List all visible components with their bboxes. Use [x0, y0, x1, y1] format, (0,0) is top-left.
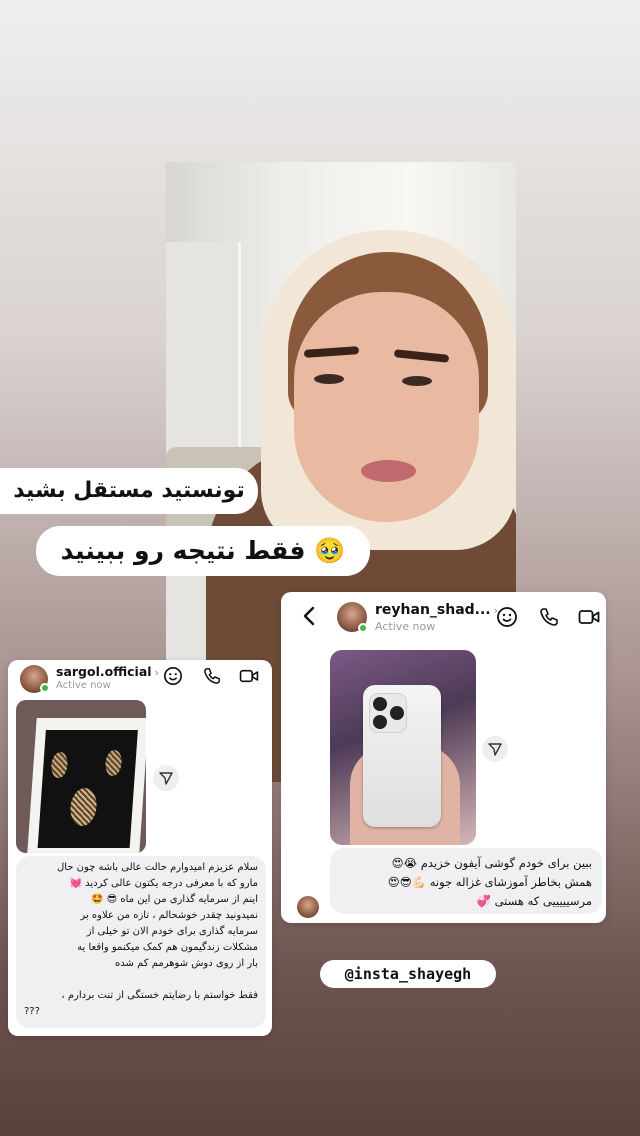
instagram-handle[interactable]: @insta_shayegh: [320, 960, 496, 988]
message-line: بار از روی دوش شوهرمم کم شده: [115, 958, 258, 969]
active-status: Active now: [375, 620, 436, 633]
username-text: sargol.official: [56, 664, 152, 679]
message-line: اینم از سرمایه گذاری من این ماه 😎 🤩: [91, 894, 258, 905]
sender-avatar: [297, 896, 319, 918]
earring: [50, 752, 69, 778]
username-text: reyhan_shad...: [375, 602, 491, 618]
dm-card-reyhan: reyhan_shad... › Active now ببین برای خود…: [281, 592, 606, 923]
message-line: ببین برای خودم گوشی آیفون خزیدم 😭😍: [391, 856, 592, 870]
sticker-icon[interactable]: [162, 665, 184, 687]
message-line: همش بخاطر آموزشای غزاله جونه 💪🏻😎😍: [387, 875, 592, 889]
message-bubble: سلام عزیزم امیدوارم حالت عالی باشه چون ح…: [16, 856, 266, 1028]
message-bubble: ببین برای خودم گوشی آیفون خزیدم 😭😍 همش ب…: [330, 848, 602, 914]
message-line: فقط خواستم با رضایتم خستگی از تنت بردارم…: [61, 990, 258, 1001]
jewelry-velvet: [37, 730, 138, 848]
jewelry-box: [27, 718, 146, 853]
message-line: سرمایه گذاری برای خودم الان تو خیلی از: [86, 926, 258, 937]
camera-lens: [373, 697, 387, 711]
online-indicator: [40, 683, 50, 693]
pendant: [69, 788, 98, 826]
chevron-left-icon[interactable]: [299, 604, 319, 628]
camera-bump: [369, 693, 407, 733]
message-line: مرسیییییی که هستی 💞: [476, 894, 592, 908]
phone-icon[interactable]: [201, 665, 223, 687]
message-line: نمیدونید چقدر خوشحالم ، تازه من علاوه بر: [80, 910, 258, 921]
phone-photo-device: [363, 685, 441, 827]
dm-header: reyhan_shad... › Active now: [281, 592, 606, 638]
camera-lens: [373, 715, 387, 729]
camera-lens: [390, 706, 404, 720]
message-line: سلام عزیزم امیدوارم حالت عالی باشه چون ح…: [56, 862, 258, 873]
caption-line-1: تونستید مستقل بشید: [0, 468, 258, 514]
right-eye: [402, 376, 432, 386]
dm-card-sargol: sargol.official › Active now سلام عزیزم ا…: [8, 660, 272, 1036]
share-icon[interactable]: [482, 736, 508, 762]
username[interactable]: reyhan_shad... ›: [375, 602, 498, 618]
shared-photo[interactable]: [330, 650, 476, 845]
caption-line-2: فقط نتیجه رو ببینید 🥹: [36, 526, 370, 576]
left-eye: [314, 374, 344, 384]
username[interactable]: sargol.official ›: [56, 664, 159, 679]
shared-photo[interactable]: [16, 700, 146, 853]
message-line: ???: [24, 1006, 40, 1017]
face: [294, 292, 479, 522]
message-line: مشکلات زندگیمون هم کمک میکنمو واقعا یه: [77, 942, 258, 953]
message-line: مارو که با معرفی درجه یکتون عالی کردید 💓: [69, 878, 258, 889]
online-indicator: [358, 623, 368, 633]
video-icon[interactable]: [238, 665, 260, 687]
phone-icon[interactable]: [537, 605, 561, 629]
chevron-right-icon: ›: [154, 666, 159, 679]
active-status: Active now: [56, 680, 111, 691]
message-line: [24, 972, 258, 988]
sticker-icon[interactable]: [495, 605, 519, 629]
share-icon[interactable]: [153, 765, 179, 791]
lips: [361, 460, 416, 482]
video-icon[interactable]: [577, 605, 601, 629]
earring: [104, 750, 123, 776]
